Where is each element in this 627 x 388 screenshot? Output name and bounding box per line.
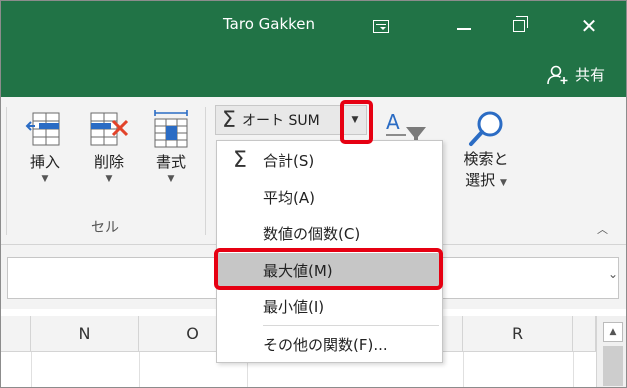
menu-item-sum[interactable]: Σ 合計(S)	[217, 143, 442, 177]
scrollbar-thumb[interactable]	[603, 346, 623, 386]
column-header-r[interactable]: R	[463, 316, 573, 352]
restore-button[interactable]	[501, 11, 537, 41]
group-divider	[205, 107, 206, 235]
column-label: N	[78, 324, 91, 343]
ribbon-display-icon	[373, 19, 389, 33]
chevron-down-icon: ▼	[167, 174, 175, 184]
minimize-button[interactable]	[446, 11, 482, 41]
format-label: 書式	[155, 153, 186, 171]
find-select-button[interactable]: 検索と 選択 ▼	[456, 109, 516, 194]
sigma-icon: Σ	[222, 107, 236, 133]
insert-cells-button[interactable]: 挿入 ▼	[23, 109, 67, 184]
delete-label: 削除	[93, 153, 124, 171]
find-select-label-line2-wrap: 選択 ▼	[465, 170, 507, 194]
menu-item-label: 合計(S)	[263, 151, 315, 170]
close-icon: ✕	[580, 14, 598, 38]
menu-separator	[263, 325, 439, 326]
sigma-icon: Σ	[233, 147, 247, 173]
grid-line	[31, 352, 32, 387]
menu-item-average[interactable]: 平均(A)	[217, 180, 442, 214]
search-icon	[469, 111, 503, 146]
grid-line	[573, 352, 574, 387]
user-name: Taro Gakken	[223, 15, 316, 33]
column-header-partial[interactable]	[1, 316, 31, 352]
vertical-scrollbar[interactable]: ▲	[596, 316, 626, 387]
delete-cells-icon	[90, 112, 129, 146]
grid-line	[463, 352, 464, 387]
menu-item-label: 平均(A)	[263, 188, 315, 207]
person-add-icon	[547, 65, 568, 84]
find-select-label-line1: 検索と	[463, 150, 509, 168]
find-select-label-line2: 選択	[465, 171, 496, 189]
chevron-down-icon: ▼	[105, 174, 113, 184]
grid-line	[139, 352, 140, 387]
highlight-max-item	[214, 248, 443, 290]
svg-text:A: A	[386, 110, 400, 134]
group-divider	[6, 107, 7, 235]
expand-formula-bar-icon[interactable]: ⌄	[608, 267, 618, 281]
ribbon-display-options-button[interactable]	[363, 11, 399, 41]
column-label: O	[186, 324, 199, 343]
column-header-n[interactable]: N	[31, 316, 139, 352]
close-button[interactable]: ✕	[571, 11, 607, 41]
menu-item-label: その他の関数(F)...	[263, 335, 388, 354]
insert-cells-icon	[25, 112, 60, 146]
column-header-partial[interactable]	[573, 316, 596, 352]
cells-group-label: セル	[91, 220, 119, 236]
column-label: R	[511, 324, 524, 343]
chevron-down-icon: ▼	[41, 174, 49, 184]
insert-label: 挿入	[29, 153, 60, 171]
menu-item-label: 数値の個数(C)	[263, 224, 361, 243]
format-cells-button[interactable]: 書式 ▼	[145, 109, 197, 184]
highlight-dropdown-arrow	[340, 100, 373, 144]
menu-item-more-functions[interactable]: その他の関数(F)...	[217, 327, 442, 361]
menu-item-label: 最小値(I)	[263, 297, 325, 316]
minimize-icon	[457, 28, 471, 30]
tab-row: 共有	[1, 53, 626, 97]
title-bar: Taro Gakken ✕	[1, 1, 626, 53]
share-label: 共有	[575, 66, 606, 84]
collapse-ribbon-icon[interactable]: ︿	[597, 221, 608, 237]
chevron-down-icon: ▼	[499, 178, 507, 188]
delete-cells-button[interactable]: 削除 ▼	[85, 109, 133, 184]
scroll-up-icon[interactable]: ▲	[603, 322, 623, 342]
menu-item-min[interactable]: 最小値(I)	[217, 289, 442, 323]
share-button[interactable]: 共有	[547, 64, 605, 85]
format-cells-icon	[154, 110, 188, 148]
menu-item-count-numbers[interactable]: 数値の個数(C)	[217, 216, 442, 250]
excel-window: Taro Gakken ✕ 共有 挿入 ▼ 削除 ▼ 書式 ▼ セル Σ オート…	[0, 0, 627, 388]
autosum-label: オート SUM	[242, 113, 320, 129]
restore-icon	[513, 16, 528, 32]
